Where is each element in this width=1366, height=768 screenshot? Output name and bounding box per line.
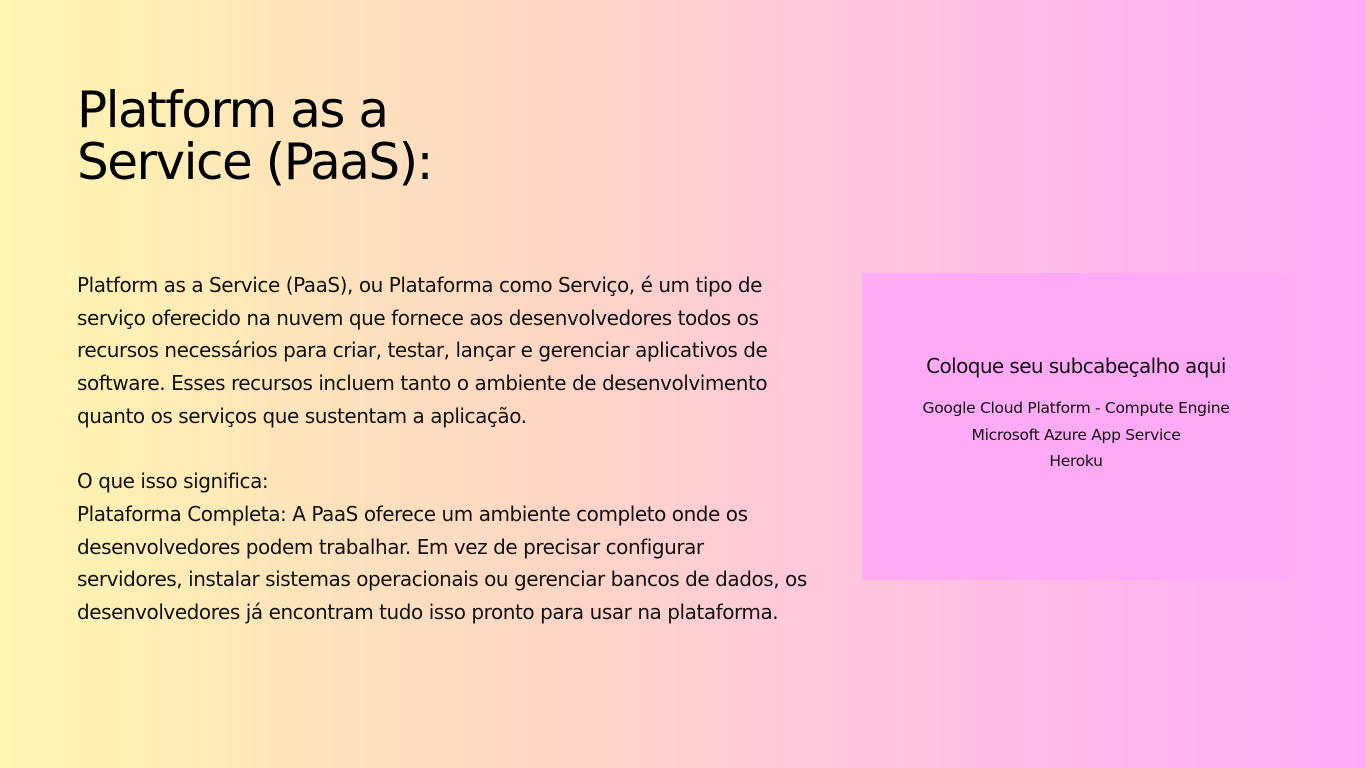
- card-list: Google Cloud Platform - Compute Engine M…: [862, 395, 1290, 475]
- list-item: Google Cloud Platform - Compute Engine: [922, 399, 1230, 417]
- list-item: Heroku: [1049, 452, 1103, 470]
- info-card-content: Coloque seu subcabeçalho aqui Google Clo…: [862, 0, 1290, 768]
- body-intro-paragraph: Platform as a Service (PaaS), ou Platafo…: [77, 273, 768, 428]
- body-text: Platform as a Service (PaaS), ou Platafo…: [77, 269, 807, 629]
- slide: Platform as a Service (PaaS): Platform a…: [0, 0, 1366, 768]
- list-item: Microsoft Azure App Service: [971, 425, 1181, 444]
- slide-title-line-2: Service (PaaS):: [77, 133, 433, 191]
- slide-title-line-1: Platform as a: [77, 81, 389, 139]
- card-subheading: Coloque seu subcabeçalho aqui: [926, 354, 1226, 378]
- body-detail-paragraph: Plataforma Completa: A PaaS oferece um a…: [77, 501, 807, 625]
- body-question-line: O que isso significa:: [77, 469, 269, 494]
- slide-title: Platform as a Service (PaaS):: [77, 84, 497, 188]
